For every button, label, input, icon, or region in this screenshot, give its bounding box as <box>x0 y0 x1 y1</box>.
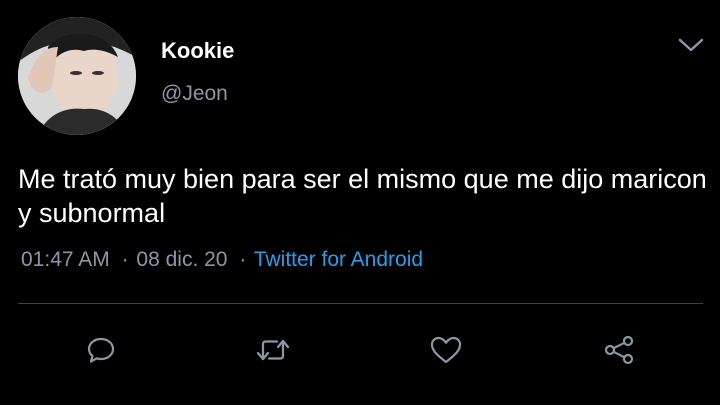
reply-icon <box>85 334 117 366</box>
display-name[interactable]: Kookie <box>161 38 234 64</box>
share-icon <box>602 334 636 366</box>
like-button[interactable] <box>426 330 466 370</box>
tweet-meta: 01:47 AM · 08 dic. 20 · Twitter for Andr… <box>21 247 423 273</box>
reply-button[interactable] <box>81 330 121 370</box>
tweet-time: 01:47 AM <box>21 248 110 271</box>
avatar-photo <box>18 17 136 135</box>
retweet-icon <box>255 334 291 366</box>
avatar[interactable] <box>18 17 136 135</box>
share-button[interactable] <box>599 330 639 370</box>
meta-separator: · <box>239 248 247 271</box>
user-handle[interactable]: @Jeon <box>161 81 228 107</box>
heart-icon <box>429 334 463 366</box>
divider <box>18 303 703 304</box>
tweet-text: Me trató muy bien para ser el mismo que … <box>18 164 707 228</box>
chevron-down-icon[interactable] <box>676 34 706 56</box>
tweet-source-link[interactable]: Twitter for Android <box>254 248 423 271</box>
tweet-date: 08 dic. 20 <box>136 248 228 271</box>
retweet-button[interactable] <box>253 330 293 370</box>
meta-separator: · <box>121 248 129 271</box>
